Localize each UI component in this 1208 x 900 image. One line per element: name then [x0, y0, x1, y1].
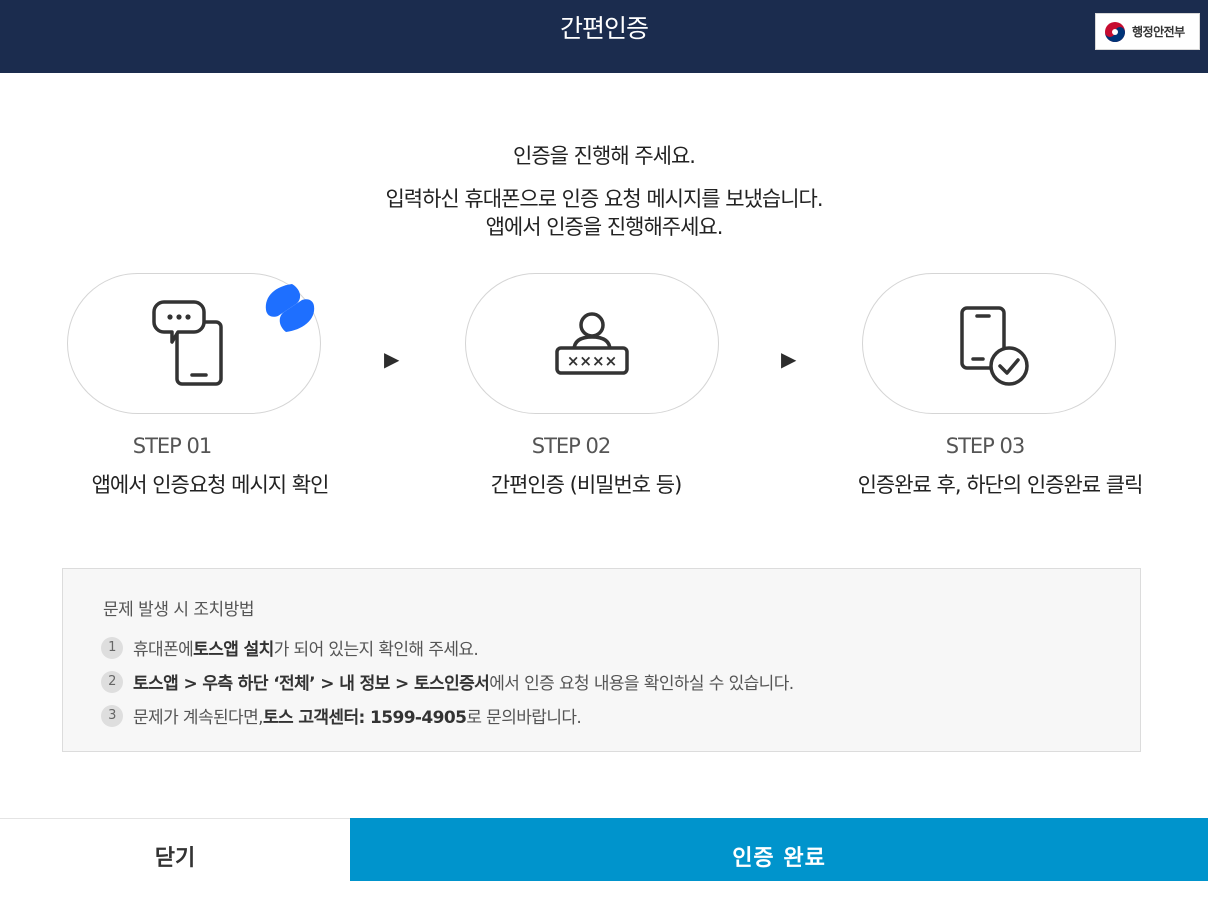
- phone-check-icon: [960, 306, 1029, 386]
- user-password-icon: ××××: [555, 312, 629, 375]
- header-bar: 간편인증 행정안전부: [0, 0, 1208, 73]
- instruction-line-2: 앱에서 인증을 진행해주세요.: [485, 215, 724, 239]
- item-text: 로 문의바랍니다.: [466, 708, 582, 728]
- taegeuk-icon: [1105, 21, 1125, 42]
- troubleshooting-item: 3 문제가 계속된다면, 토스 고객센터: 1599-4905 로 문의바랍니다.: [101, 703, 582, 728]
- svg-text:××××: ××××: [567, 352, 617, 370]
- close-button[interactable]: 닫기: [0, 818, 350, 881]
- arrow-icon: ▶: [781, 347, 797, 371]
- item-text: 문제가 계속된다면,: [133, 708, 264, 728]
- toss-logo-icon: [265, 284, 315, 332]
- step-1-description: 앱에서 인증요청 메시지 확인: [91, 473, 330, 497]
- item-number-badge: 3: [101, 704, 123, 727]
- gov-logo-text: 행정안전부: [1132, 25, 1185, 39]
- instruction-heading: 인증을 진행해 주세요.: [513, 144, 696, 168]
- step-2-card: ××××: [465, 273, 719, 414]
- troubleshooting-item: 1 휴대폰에 토스앱 설치 가 되어 있는지 확인해 주세요.: [101, 635, 479, 660]
- item-text: 휴대폰에: [133, 640, 194, 660]
- step-1-card: [67, 273, 321, 414]
- gov-logo: 행정안전부: [1095, 13, 1200, 50]
- step-3-card: [862, 273, 1116, 414]
- step-2-description: 간편인증 (비밀번호 등): [490, 473, 683, 497]
- item-number-badge: 1: [101, 636, 123, 659]
- instruction-text: 입력하신 휴대폰으로 인증 요청 메시지를 보냈습니다. 앱에서 인증을 진행해…: [0, 185, 1208, 241]
- item-text: 가 되어 있는지 확인해 주세요.: [273, 640, 479, 660]
- troubleshooting-item: 2 토스앱 > 우측 하단 ‘전체’ > 내 정보 > 토스인증서 에서 인증 요…: [101, 669, 794, 694]
- step-1-number: STEP 01: [132, 434, 213, 458]
- item-bold-text: 토스앱 설치: [193, 640, 274, 660]
- step-3-description: 인증완료 후, 하단의 인증완료 클릭: [857, 473, 1144, 497]
- step-3-number: STEP 03: [945, 434, 1026, 458]
- phone-message-icon: [152, 300, 223, 386]
- arrow-icon: ▶: [384, 347, 400, 371]
- troubleshooting-title: 문제 발생 시 조치방법: [103, 600, 254, 620]
- item-bold-text: 토스앱 > 우측 하단 ‘전체’ > 내 정보 > 토스인증서: [133, 674, 490, 694]
- step-2-number: STEP 02: [531, 434, 612, 458]
- item-text: 에서 인증 요청 내용을 확인하실 수 있습니다.: [489, 674, 794, 694]
- troubleshooting-panel: 문제 발생 시 조치방법 1 휴대폰에 토스앱 설치 가 되어 있는지 확인해 주…: [62, 568, 1141, 752]
- item-number-badge: 2: [101, 670, 123, 693]
- instruction-line-1: 입력하신 휴대폰으로 인증 요청 메시지를 보냈습니다.: [385, 187, 823, 211]
- auth-complete-button[interactable]: 인증 완료: [350, 818, 1208, 881]
- item-bold-text: 토스 고객센터: 1599-4905: [262, 708, 467, 728]
- page-title: 간편인증: [559, 14, 649, 43]
